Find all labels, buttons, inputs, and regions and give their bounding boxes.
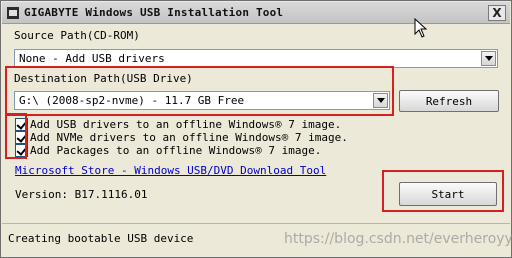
source-path-combo[interactable]: None - Add USB drivers [14,49,498,68]
option-label: Add Packages to an offline Windows® 7 im… [30,144,322,157]
app-icon [7,7,19,19]
title-bar[interactable]: GIGABYTE Windows USB Installation Tool X [2,2,510,24]
destination-path-value: G:\ (2008-sp2-nvme) - 11.7 GB Free [19,94,245,107]
destination-path-label: Destination Path(USB Drive) [14,72,193,85]
status-text: Creating bootable USB device [8,232,194,245]
checkbox-nvme-drivers[interactable] [15,131,28,144]
checkbox-packages[interactable] [15,144,28,157]
checkbox-usb-drivers[interactable] [15,118,28,131]
option-add-packages[interactable]: Add Packages to an offline Windows® 7 im… [15,144,321,157]
option-add-usb-drivers[interactable]: Add USB drivers to an offline Windows® 7… [15,118,341,131]
option-label: Add USB drivers to an offline Windows® 7… [30,118,342,131]
installer-window: GIGABYTE Windows USB Installation Tool X… [0,0,512,258]
close-button[interactable]: X [488,5,506,21]
close-icon: X [492,6,502,20]
source-path-value: None - Add USB drivers [19,52,165,65]
mouse-cursor-icon [414,18,428,38]
chevron-down-icon[interactable] [481,51,496,66]
version-text: Version: B17.1116.01 [15,188,148,201]
refresh-button[interactable]: Refresh [399,90,499,112]
window-title: GIGABYTE Windows USB Installation Tool [24,6,284,19]
microsoft-store-link[interactable]: Microsoft Store - Windows USB/DVD Downlo… [15,164,326,177]
option-add-nvme-drivers[interactable]: Add NVMe drivers to an offline Windows® … [15,131,348,144]
source-path-label: Source Path(CD-ROM) [14,29,140,42]
chevron-down-icon[interactable] [373,93,388,108]
watermark-text: https://blog.csdn.net/everheroyy [284,231,512,247]
start-button[interactable]: Start [399,182,497,206]
destination-path-combo[interactable]: G:\ (2008-sp2-nvme) - 11.7 GB Free [14,91,390,110]
option-label: Add NVMe drivers to an offline Windows® … [30,131,348,144]
